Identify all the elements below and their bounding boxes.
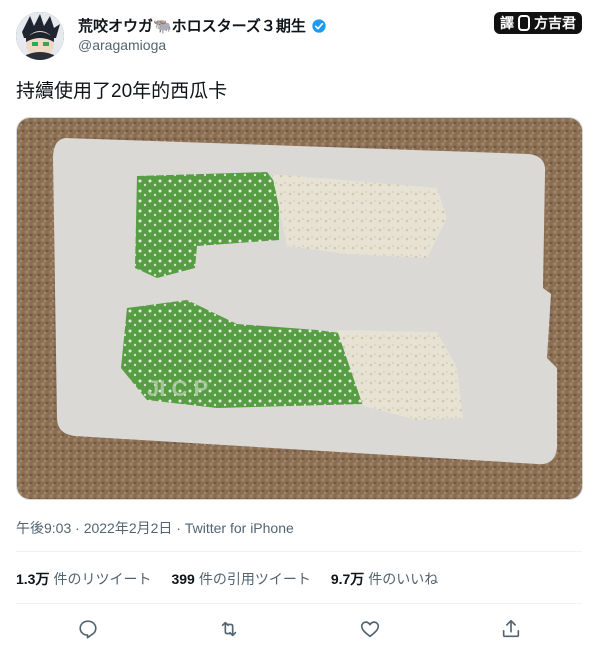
share-icon xyxy=(502,619,520,638)
retweet-count-label: 件のリツイート xyxy=(53,571,152,587)
retweet-button[interactable] xyxy=(212,612,246,646)
divider xyxy=(16,551,582,552)
svg-text:JI C P: JI C P xyxy=(147,376,208,401)
card-photo-image: JI C P xyxy=(17,118,582,499)
reply-button[interactable] xyxy=(71,612,105,646)
tweet-stats: 1.3万 件のリツイート 399 件の引用ツイート 9.7万 件のいいね xyxy=(16,569,438,589)
reply-icon xyxy=(79,620,97,639)
like-count[interactable]: 9.7万 件のいいね xyxy=(331,569,438,589)
display-name[interactable]: 荒咬オウガ🐃ホロスターズ３期生 xyxy=(78,15,306,36)
share-button[interactable] xyxy=(494,612,528,646)
tweet-header: 荒咬オウガ🐃ホロスターズ３期生 @aragamioga 譯 方吉君 xyxy=(16,10,582,60)
like-count-value: 9.7万 xyxy=(330,571,365,587)
translator-badge-left: 譯 xyxy=(500,15,514,31)
retweet-icon xyxy=(221,621,237,637)
divider xyxy=(16,603,582,604)
quote-count-label: 件の引用ツイート xyxy=(198,571,311,587)
retweet-count-value: 1.3万 xyxy=(16,571,50,587)
tweet-photo[interactable]: JI C P xyxy=(16,117,583,500)
translator-badge-right: 方吉君 xyxy=(534,15,576,31)
quote-count-value: 399 xyxy=(171,571,195,587)
verified-badge-icon xyxy=(312,18,326,33)
translator-badge: 譯 方吉君 xyxy=(494,12,582,34)
like-icon xyxy=(360,621,380,638)
like-button[interactable] xyxy=(353,612,387,646)
retweet-count[interactable]: 1.3万 件のリツイート xyxy=(16,569,151,589)
tweet-actions xyxy=(16,608,582,648)
quote-count[interactable]: 399 件の引用ツイート xyxy=(171,569,310,589)
like-count-label: 件のいいね xyxy=(368,571,439,587)
user-handle[interactable]: @aragamioga xyxy=(78,37,166,53)
translator-badge-separator xyxy=(518,15,530,31)
tweet-text: 持續使用了20年的西瓜卡 xyxy=(16,81,228,102)
avatar[interactable] xyxy=(16,12,64,60)
tweet-timestamp[interactable]: 午後9:03 · 2022年2月2日 · Twitter for iPhone xyxy=(16,518,294,538)
